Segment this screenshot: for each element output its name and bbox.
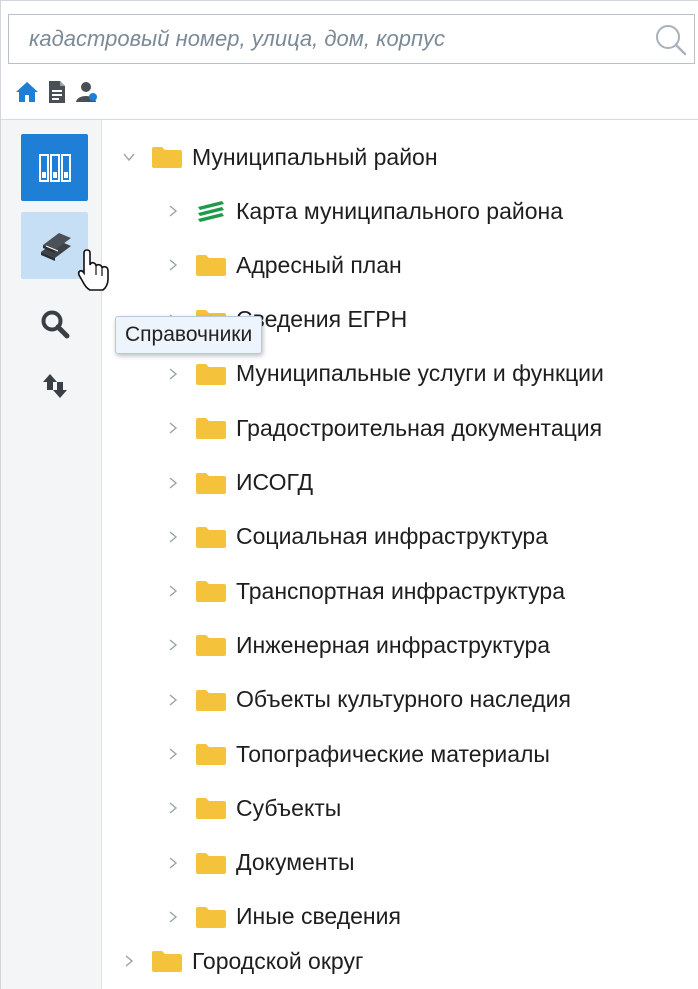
tree-node-label: Субъекты [236,794,342,821]
tree-node[interactable]: Карта муниципального района [166,186,563,236]
books-icon [40,232,71,261]
folder-icon [196,418,226,440]
tree-node-label: Городской округ [192,947,364,974]
tree-node-label: Иные сведения [236,903,401,930]
chevron-right-icon[interactable] [166,421,180,435]
chevron-right-icon[interactable] [166,584,180,598]
chevron-right-icon[interactable] [166,801,180,815]
search-input[interactable] [9,15,639,63]
folder-icon [196,744,226,765]
tree-node-label: Топографические материалы [236,740,550,767]
tree-node-label: Муниципальные услуги и функции [236,360,604,387]
folder-icon [196,852,226,874]
chevron-right-icon[interactable] [166,910,180,924]
layers-panel-button[interactable] [21,134,88,201]
folder-icon [196,526,226,548]
search-icon [41,310,69,338]
search-icon[interactable] [652,23,688,57]
chevron-right-icon[interactable] [166,530,180,544]
tree-node[interactable]: Муниципальные услуги и функции [166,349,604,399]
tree-node-root[interactable]: Муниципальный район [122,132,438,182]
search-button[interactable] [21,290,88,357]
folder-icon [152,951,182,972]
folder-icon [196,689,226,711]
tree-node[interactable]: Топографические материалы [166,729,550,779]
swap-arrows-icon [42,373,67,398]
tree-node-label: ИСОГД [236,469,314,495]
chevron-right-icon[interactable] [166,856,180,870]
tree-node[interactable]: Адресный план [166,240,402,290]
swap-button[interactable] [21,352,88,419]
search-box [8,14,695,64]
folder-icon [196,472,226,494]
folder-icon [196,798,226,820]
tree-node[interactable]: ИСОГД [166,458,313,508]
chevron-right-icon[interactable] [166,693,180,707]
tree-node-sibling[interactable]: Городской округ [122,936,363,986]
folder-icon [196,635,226,657]
chevron-right-icon[interactable] [166,204,180,218]
layers-icon [198,201,224,222]
tree-node[interactable]: Иные сведения [166,892,401,942]
tree-node-label: Инженерная инфраструктура [236,631,551,658]
chevron-right-icon[interactable] [122,954,136,968]
tree-node[interactable]: Транспортная инфраструктура [166,566,565,616]
chevron-right-icon[interactable] [166,638,180,652]
tree-node-label: Карта муниципального района [236,197,563,224]
tree-node-label: Градостроительная документация [236,414,603,441]
tree-node-label: Социальная инфраструктура [236,523,549,550]
tree-node[interactable]: Социальная инфраструктура [166,512,548,562]
folder-icon [196,906,226,928]
tree-node[interactable]: Документы [166,838,355,888]
chevron-right-icon[interactable] [166,747,180,761]
folder-icon [196,363,226,385]
folder-icon [196,255,226,277]
references-button[interactable] [21,212,88,279]
folder-icon [152,147,182,168]
chevron-right-icon[interactable] [166,367,180,381]
tooltip: Справочники [115,316,263,354]
tree-node-label: Транспортная инфраструктура [236,577,566,604]
tree-node[interactable]: Объекты культурного наследия [166,675,571,725]
tree-node-label: Муниципальный район [192,143,438,170]
sidebar [1,120,102,989]
folder-icon [196,581,226,603]
tooltip-text: Справочники [125,323,253,346]
tree-node-label: Адресный план [236,251,402,278]
tree-node[interactable]: Градостроительная документация [166,403,602,453]
tree-node-label: Документы [236,849,355,876]
tree-node[interactable]: Инженерная инфраструктура [166,620,550,670]
layer-tree: Муниципальный район Карта муниципального… [102,120,698,989]
tree-node-label: Объекты культурного наследия [236,686,571,713]
home-icon[interactable] [15,80,39,104]
layers-panel-icon [38,153,71,182]
tree-node[interactable]: Субъекты [166,783,341,833]
chevron-right-icon[interactable] [166,476,180,490]
user-icon[interactable] [75,80,99,104]
chevron-right-icon[interactable] [166,258,180,272]
document-icon[interactable] [45,80,69,104]
layers-panel: Муниципальный район Карта муниципального… [0,0,698,989]
chevron-down-icon[interactable] [122,150,136,164]
quick-toolbar [15,79,99,105]
